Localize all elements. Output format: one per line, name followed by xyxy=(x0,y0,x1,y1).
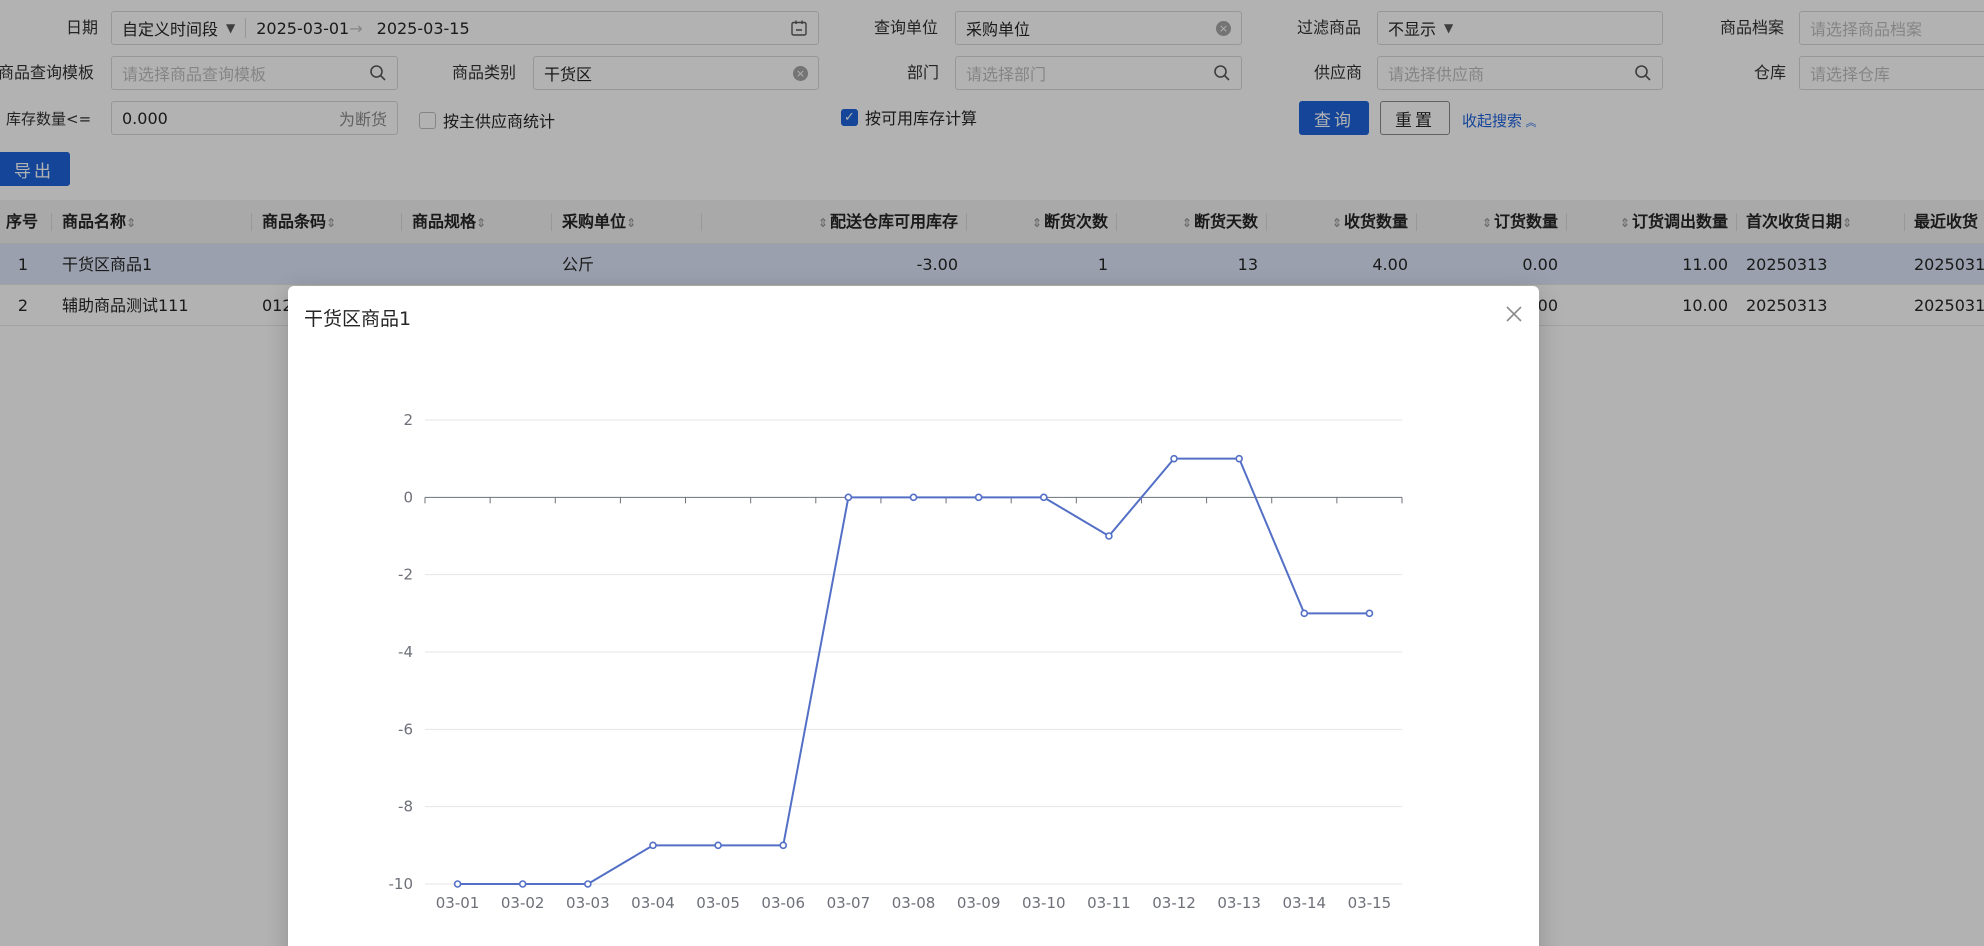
x-tick-label: 03-12 xyxy=(1152,894,1196,912)
y-tick-label: -8 xyxy=(398,798,413,816)
y-tick-label: -10 xyxy=(389,875,414,893)
x-tick-label: 03-09 xyxy=(957,894,1001,912)
x-tick-label: 03-01 xyxy=(436,894,480,912)
stock-line-chart: 2 0 -2 -4 -6 -8 -10 03-01 03-02 03-03 03-04 03-05 03… xyxy=(389,411,1403,912)
y-tick-label: -6 xyxy=(398,720,413,738)
x-tick-label: 03-02 xyxy=(501,894,545,912)
data-point xyxy=(1170,454,1178,463)
data-point xyxy=(649,841,657,850)
data-point xyxy=(844,493,853,502)
y-tick-label: 2 xyxy=(403,411,413,429)
x-tick-label: 03-03 xyxy=(566,894,610,912)
x-tick-label: 03-13 xyxy=(1217,894,1261,912)
data-point xyxy=(714,841,722,850)
data-point xyxy=(1300,609,1309,618)
x-tick-label: 03-10 xyxy=(1022,894,1066,912)
data-point xyxy=(1235,454,1243,463)
chart-modal: 干货区商品1 2 0 -2 -4 -6 -8 -10 03-01 03-02 03-03 03-04… xyxy=(288,286,1539,946)
x-tick-label: 03-07 xyxy=(827,894,871,912)
data-point xyxy=(1039,493,1048,502)
x-tick-label: 03-08 xyxy=(892,894,936,912)
data-point xyxy=(1105,532,1113,540)
data-point xyxy=(518,880,527,888)
series-line xyxy=(457,457,1370,885)
data-point xyxy=(974,493,983,502)
y-tick-label: -4 xyxy=(398,643,413,661)
data-point xyxy=(779,841,788,850)
page: 日期 自定义时间段 ▼ 2025-03-01 → 2025-03-15 查询单位… xyxy=(0,0,1984,946)
x-tick-label: 03-06 xyxy=(761,894,805,912)
data-point xyxy=(909,493,918,502)
x-tick-label: 03-14 xyxy=(1283,894,1327,912)
x-tick-label: 03-04 xyxy=(631,894,675,912)
data-point xyxy=(1365,609,1374,618)
data-point xyxy=(453,880,462,888)
x-tick-label: 03-11 xyxy=(1087,894,1131,912)
x-tick-label: 03-05 xyxy=(696,894,740,912)
y-tick-label: -2 xyxy=(398,566,413,584)
x-tick-label: 03-15 xyxy=(1348,894,1392,912)
y-tick-label: 0 xyxy=(403,488,413,506)
data-point xyxy=(584,880,592,888)
